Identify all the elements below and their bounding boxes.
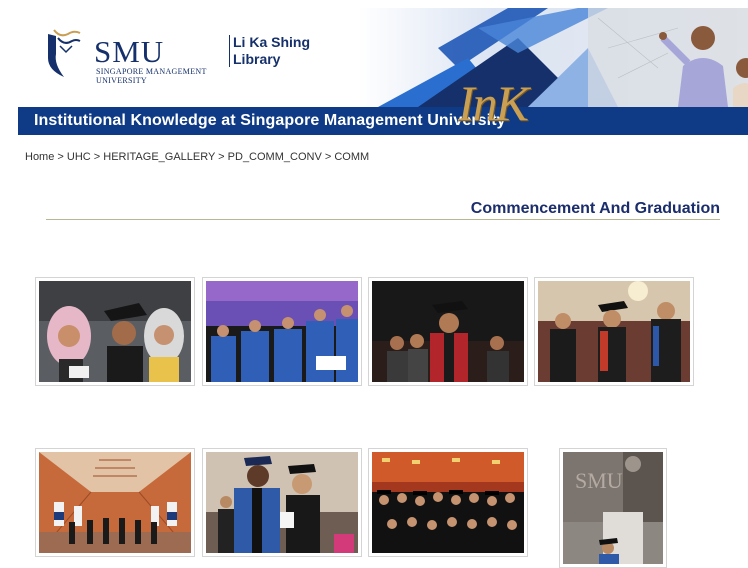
gallery-thumb-8[interactable]: SMU <box>559 448 667 568</box>
faculty-procession-image <box>538 281 690 382</box>
smu-wordmark: SMU <box>94 34 165 69</box>
library-name-line1: Li Ka Shing <box>233 34 310 50</box>
procession-hall-image <box>39 452 191 553</box>
smu-subtitle-line2: UNIVERSITY <box>96 76 147 85</box>
faculty-seated-image <box>206 281 358 382</box>
gallery-thumb-3[interactable] <box>368 277 528 386</box>
graduates-crowd-image <box>372 452 524 553</box>
gallery-thumb-5[interactable] <box>35 448 195 557</box>
gallery-thumb-4[interactable] <box>534 277 694 386</box>
breadcrumb[interactable]: Home > UHC > HERITAGE_GALLERY > PD_COMM_… <box>25 151 369 163</box>
graduates-hijab-image <box>39 281 191 382</box>
graduate-professor-image <box>206 452 358 553</box>
library-divider <box>229 35 230 67</box>
gallery-thumb-6[interactable] <box>202 448 362 557</box>
speaker-red-gown-image <box>372 281 524 382</box>
site-banner: SMU SINGAPORE MANAGEMENT UNIVERSITY Li K… <box>18 8 748 135</box>
smu-subtitle-line1: SINGAPORE MANAGEMENT <box>96 67 207 76</box>
smu-crest-icon <box>48 29 81 77</box>
podium-backdrop-image: SMU <box>563 452 663 564</box>
title-divider <box>46 219 720 220</box>
gallery-thumb-7[interactable] <box>368 448 528 557</box>
ink-logo: InK <box>458 75 529 131</box>
library-name-line2: Library <box>233 51 281 67</box>
svg-text:SMU: SMU <box>575 468 623 493</box>
gallery-thumb-2[interactable] <box>202 277 362 386</box>
page-title: Commencement And Graduation <box>470 200 720 217</box>
gallery-thumb-1[interactable] <box>35 277 195 386</box>
banner-title: Institutional Knowledge at Singapore Man… <box>34 112 506 129</box>
